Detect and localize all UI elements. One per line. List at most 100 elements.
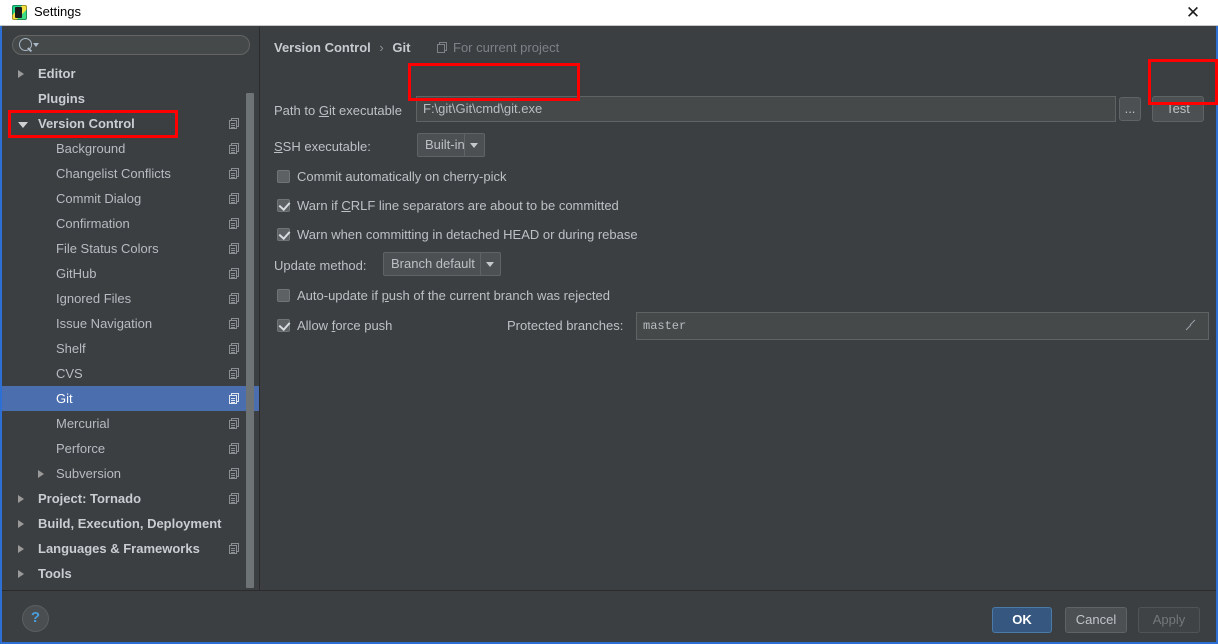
ssh-executable-select[interactable]: Built-in (417, 133, 485, 157)
auto-update-checkbox[interactable] (277, 289, 290, 302)
sidebar-item-project-tornado[interactable]: Project: Tornado (2, 486, 259, 511)
sidebar-scrollbar-thumb[interactable] (246, 93, 254, 588)
title-bar: Settings ✕ (0, 0, 1218, 26)
sidebar-item-languages-frameworks[interactable]: Languages & Frameworks (2, 536, 259, 561)
browse-button[interactable]: ... (1119, 97, 1141, 121)
sidebar-item-issue-navigation[interactable]: Issue Navigation (2, 311, 259, 336)
project-scope-icon (229, 318, 240, 329)
warn-crlf-checkbox[interactable] (277, 199, 290, 212)
search-field-wrap[interactable] (12, 35, 250, 55)
commit-cherrypick-checkbox[interactable] (277, 170, 290, 183)
close-icon[interactable]: ✕ (1176, 2, 1210, 24)
allow-force-push-label[interactable]: Allow force push (297, 318, 392, 333)
breadcrumb-leaf: Git (392, 40, 411, 55)
sidebar-item-git[interactable]: Git (2, 386, 259, 411)
project-scope-icon (229, 443, 240, 454)
project-scope-icon (229, 543, 240, 554)
help-button[interactable]: ? (22, 605, 49, 632)
project-scope-icon (229, 343, 240, 354)
sidebar-item-changelist-conflicts[interactable]: Changelist Conflicts (2, 161, 259, 186)
sidebar-item-confirmation[interactable]: Confirmation (2, 211, 259, 236)
sidebar-item-build-execution-deployment[interactable]: Build, Execution, Deployment (2, 511, 259, 536)
sidebar-item-label: Mercurial (56, 416, 110, 431)
project-scope-icon (229, 118, 240, 129)
chevron-right-icon[interactable] (38, 470, 44, 478)
sidebar-item-label: Languages & Frameworks (38, 541, 200, 556)
warn-detached-head-checkbox[interactable] (277, 228, 290, 241)
chevron-right-icon[interactable] (18, 495, 24, 503)
sidebar-item-plugins[interactable]: Plugins (2, 86, 259, 111)
sidebar-item-file-status-colors[interactable]: File Status Colors (2, 236, 259, 261)
update-method-label: Update method: (274, 258, 367, 273)
sidebar-item-ignored-files[interactable]: Ignored Files (2, 286, 259, 311)
scope-indicator: For current project (437, 40, 559, 55)
chevron-right-icon[interactable] (18, 545, 24, 553)
project-scope-icon (229, 293, 240, 304)
breadcrumb: Version Control › Git (274, 40, 410, 55)
test-button[interactable]: Test (1152, 96, 1204, 122)
app-icon (12, 5, 27, 20)
sidebar-item-label: Shelf (56, 341, 86, 356)
settings-sidebar: Editor Plugins Version Control Background Ch… (2, 27, 260, 590)
project-scope-icon (229, 368, 240, 379)
sidebar-item-label: Ignored Files (56, 291, 132, 306)
search-icon (19, 38, 32, 51)
settings-tree: Editor Plugins Version Control Background Ch… (2, 61, 259, 590)
warn-crlf-label[interactable]: Warn if CRLF line separators are about t… (297, 198, 619, 213)
sidebar-item-mercurial[interactable]: Mercurial (2, 411, 259, 436)
chevron-right-icon[interactable] (18, 520, 24, 528)
ok-button[interactable]: OK (992, 607, 1052, 633)
project-scope-icon (229, 268, 240, 279)
sidebar-item-github[interactable]: GitHub (2, 261, 259, 286)
chevron-down-icon[interactable] (33, 43, 39, 47)
breadcrumb-separator: › (379, 40, 384, 55)
dialog-footer: ? OK Cancel Apply (2, 590, 1216, 642)
sidebar-item-editor[interactable]: Editor (2, 61, 259, 86)
git-path-label: Path to Git executable (274, 103, 402, 118)
protected-branches-input[interactable]: master (636, 312, 1209, 340)
combo-divider (480, 253, 481, 275)
project-scope-icon (229, 468, 240, 479)
warn-detached-head-label[interactable]: Warn when committing in detached HEAD or… (297, 227, 638, 242)
sidebar-item-tools[interactable]: Tools (2, 561, 259, 586)
sidebar-item-label: Git (56, 391, 73, 406)
apply-button[interactable]: Apply (1138, 607, 1200, 633)
sidebar-item-commit-dialog[interactable]: Commit Dialog (2, 186, 259, 211)
chevron-right-icon[interactable] (18, 70, 24, 78)
sidebar-item-subversion[interactable]: Subversion (2, 461, 259, 486)
auto-update-label[interactable]: Auto-update if push of the current branc… (297, 288, 610, 303)
window-title: Settings (34, 4, 81, 19)
git-path-input[interactable]: F:\git\Git\cmd\git.exe (416, 96, 1116, 122)
chevron-down-icon[interactable] (486, 262, 494, 267)
ssh-label: SSH executable: (274, 139, 371, 154)
update-method-select[interactable]: Branch default (383, 252, 501, 276)
sidebar-item-version-control[interactable]: Version Control (2, 111, 259, 136)
sidebar-item-label: Commit Dialog (56, 191, 142, 206)
chevron-right-icon[interactable] (18, 570, 24, 578)
settings-main-panel: Version Control › Git For current projec… (261, 27, 1216, 590)
breadcrumb-root[interactable]: Version Control (274, 40, 371, 55)
chevron-down-icon[interactable] (18, 122, 28, 128)
scope-label: For current project (453, 40, 560, 55)
sidebar-item-label: Tools (38, 566, 72, 581)
commit-cherrypick-label[interactable]: Commit automatically on cherry-pick (297, 169, 507, 184)
sidebar-item-cvs[interactable]: CVS (2, 361, 259, 386)
sidebar-item-perforce[interactable]: Perforce (2, 436, 259, 461)
settings-window: Settings ✕ Editor Plugins Version Control B… (0, 0, 1218, 644)
combo-divider (464, 134, 465, 156)
sidebar-item-background[interactable]: Background (2, 136, 259, 161)
search-input[interactable] (12, 35, 250, 55)
chevron-down-icon[interactable] (470, 143, 478, 148)
allow-force-push-checkbox[interactable] (277, 319, 290, 332)
project-scope-icon (437, 42, 448, 53)
sidebar-item-label: Editor (38, 66, 76, 81)
sidebar-item-shelf[interactable]: Shelf (2, 336, 259, 361)
project-scope-icon (229, 143, 240, 154)
project-scope-icon (229, 193, 240, 204)
expand-icon[interactable] (1185, 319, 1197, 331)
protected-branches-label: Protected branches: (507, 318, 624, 333)
sidebar-item-label: GitHub (56, 266, 97, 281)
cancel-button[interactable]: Cancel (1065, 607, 1127, 633)
sidebar-item-label: Confirmation (56, 216, 130, 231)
update-method-value: Branch default (391, 256, 475, 271)
